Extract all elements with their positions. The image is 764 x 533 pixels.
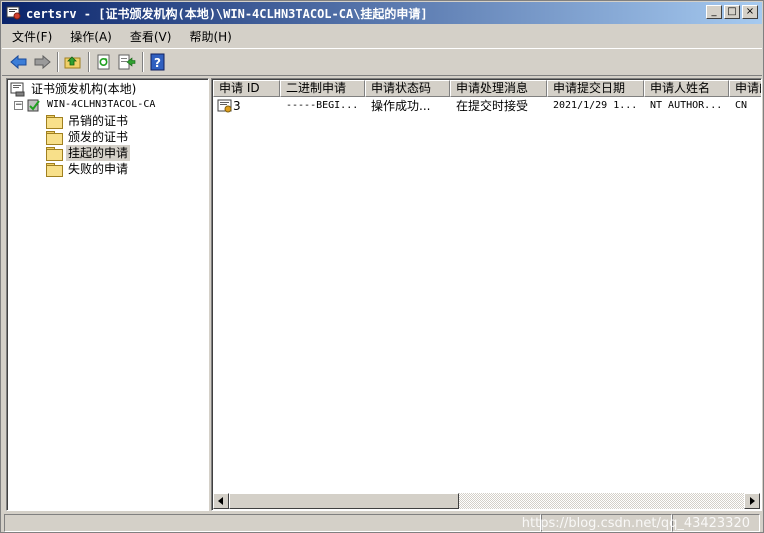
toolbar-separator xyxy=(142,52,144,72)
tree-label-issued: 颁发的证书 xyxy=(68,130,129,144)
cert-authority-icon xyxy=(10,81,26,97)
folder-icon xyxy=(46,130,63,145)
list-header: 申请 ID 二进制申请 申请状态码 申请处理消息 申请提交日期 申请人姓名 申请… xyxy=(213,80,761,97)
svg-text:?: ? xyxy=(154,56,161,70)
tree-label-pending: 挂起的申请 xyxy=(66,145,131,161)
column-header-submitted-date[interactable]: 申请提交日期 xyxy=(547,80,644,97)
status-bar: https://blog.csdn.net/qq_43423320 xyxy=(4,514,760,532)
forward-icon[interactable] xyxy=(31,51,53,73)
scroll-left-button[interactable] xyxy=(213,493,229,509)
folder-icon xyxy=(46,162,63,177)
horizontal-scrollbar[interactable] xyxy=(213,493,760,509)
tree-item-revoked[interactable]: 吊销的证书 xyxy=(46,113,130,129)
folder-icon xyxy=(46,114,63,129)
minimize-button[interactable]: _ xyxy=(706,5,722,19)
request-id: 3 xyxy=(233,99,241,113)
triangle-right-icon xyxy=(750,497,755,505)
pending-request-icon xyxy=(217,99,233,113)
menu-bar: 文件(F) 操作(A) 查看(V) 帮助(H) xyxy=(2,25,762,47)
cell-status-code: 操作成功... xyxy=(371,99,431,113)
table-row[interactable]: 3 -----BEGI... 操作成功... 在提交时接受 2021/1/29 … xyxy=(213,98,761,114)
tree-item-issued[interactable]: 颁发的证书 xyxy=(46,129,130,145)
menu-help[interactable]: 帮助(H) xyxy=(179,28,239,45)
maximize-button[interactable]: □ xyxy=(724,5,740,19)
column-header-request-cn[interactable]: 申请的 xyxy=(729,80,761,97)
tree-item-pending[interactable]: 挂起的申请 xyxy=(46,145,131,161)
menu-view[interactable]: 查看(V) xyxy=(120,28,180,45)
column-header-binary-request[interactable]: 二进制申请 xyxy=(280,80,365,97)
triangle-left-icon xyxy=(218,497,223,505)
cell-request-id: 3 xyxy=(213,99,280,113)
export-icon[interactable] xyxy=(116,51,138,73)
toolbar-separator xyxy=(88,52,90,72)
cell-submitted-date: 2021/1/29 1... xyxy=(553,100,638,111)
tree-label-revoked: 吊销的证书 xyxy=(68,114,129,128)
cert-app-icon xyxy=(6,5,22,21)
tree-item-failed[interactable]: 失败的申请 xyxy=(46,161,130,177)
cell-request-cn: CN xyxy=(735,100,748,111)
toolbar-separator xyxy=(57,52,59,72)
tree-item-ca[interactable]: − WIN-4CLHN3TACOL-CA xyxy=(14,97,157,113)
up-folder-icon[interactable] xyxy=(62,51,84,73)
menu-action[interactable]: 操作(A) xyxy=(60,28,120,45)
status-panel-main xyxy=(4,514,541,532)
cell-binary-request: -----BEGI... xyxy=(286,100,359,111)
toolbar: ? xyxy=(2,48,762,76)
tree-label-root: 证书颁发机构(本地) xyxy=(31,82,137,96)
help-icon[interactable]: ? xyxy=(147,51,169,73)
app-window: certsrv - [证书颁发机构(本地)\WIN-4CLHN3TACOL-CA… xyxy=(0,0,764,533)
folder-icon xyxy=(46,146,63,161)
scroll-right-button[interactable] xyxy=(744,493,760,509)
tree-label-ca: WIN-4CLHN3TACOL-CA xyxy=(47,99,156,110)
scrollbar-thumb[interactable] xyxy=(229,493,459,509)
cell-requester-name: NT AUTHOR... xyxy=(650,100,723,111)
menu-file[interactable]: 文件(F) xyxy=(2,28,60,45)
column-header-disposition-message[interactable]: 申请处理消息 xyxy=(450,80,547,97)
column-header-status-code[interactable]: 申请状态码 xyxy=(365,80,450,97)
back-icon[interactable] xyxy=(8,51,30,73)
refresh-icon[interactable] xyxy=(93,51,115,73)
ca-server-icon xyxy=(26,97,42,113)
tree-pane[interactable]: 证书颁发机构(本地) − WIN-4CLHN3TACOL-CA 吊销的证书 颁发… xyxy=(6,78,209,511)
title-bar[interactable]: certsrv - [证书颁发机构(本地)\WIN-4CLHN3TACOL-CA… xyxy=(2,2,762,24)
column-header-request-id[interactable]: 申请 ID xyxy=(213,80,280,97)
window-title: certsrv - [证书颁发机构(本地)\WIN-4CLHN3TACOL-CA… xyxy=(26,6,428,21)
column-header-requester-name[interactable]: 申请人姓名 xyxy=(644,80,729,97)
list-pane[interactable]: 申请 ID 二进制申请 申请状态码 申请处理消息 申请提交日期 申请人姓名 申请… xyxy=(211,78,762,511)
collapse-toggle[interactable]: − xyxy=(14,100,23,110)
watermark-text: https://blog.csdn.net/qq_43423320 xyxy=(521,516,750,531)
tree-item-root[interactable]: 证书颁发机构(本地) xyxy=(10,81,138,97)
tree-label-failed: 失败的申请 xyxy=(68,162,129,176)
cell-disposition-message: 在提交时接受 xyxy=(456,99,529,113)
close-button[interactable]: × xyxy=(742,5,758,19)
